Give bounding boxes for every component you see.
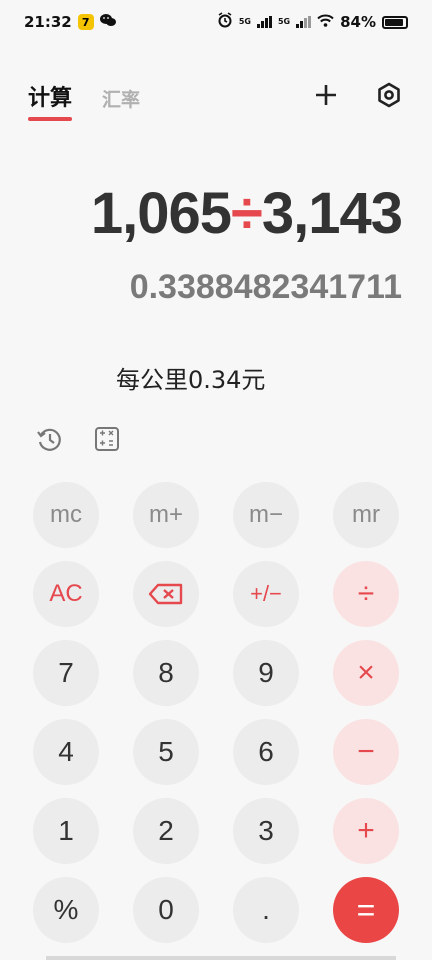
status-right: 5G 5G 84% — [217, 12, 408, 32]
decimal-point-button[interactable]: . — [233, 877, 299, 943]
operand-2: 3,143 — [261, 181, 403, 246]
tab-calculate[interactable]: 计算 — [28, 80, 73, 121]
tab-exchange-rate[interactable]: 汇率 — [102, 85, 140, 112]
divide-button[interactable]: ÷ — [333, 561, 399, 627]
digit-7-button[interactable]: 7 — [33, 640, 99, 706]
memory-recall-button[interactable]: mr — [333, 482, 399, 548]
battery-icon — [382, 15, 408, 29]
signal-label: 5G — [277, 17, 291, 26]
equals-button[interactable]: = — [333, 877, 399, 943]
signal-bars-icon — [256, 16, 272, 28]
all-clear-button[interactable]: AC — [33, 561, 99, 627]
scientific-mode-icon[interactable] — [94, 426, 120, 454]
percent-button[interactable]: % — [33, 877, 99, 943]
history-icon[interactable] — [36, 426, 64, 454]
operand-1: 1,065 — [90, 181, 232, 246]
signal-label: 5G — [238, 17, 251, 26]
top-actions — [314, 82, 402, 108]
minus-button[interactable]: − — [333, 719, 399, 785]
memory-subtract-button[interactable]: m− — [233, 482, 299, 548]
multiply-button[interactable]: × — [333, 640, 399, 706]
app-notification-icon: 7 — [77, 14, 94, 30]
status-bar: 21:32 7 5G 5G 84% — [0, 0, 432, 44]
result-display: 0.3388482341711 — [129, 268, 402, 306]
plus-button[interactable]: + — [333, 798, 399, 864]
status-left: 21:32 7 — [24, 13, 116, 31]
digit-4-button[interactable]: 4 — [33, 719, 99, 785]
operator: ÷ — [231, 181, 263, 246]
settings-icon[interactable] — [376, 82, 402, 108]
wifi-icon — [317, 13, 334, 31]
digit-8-button[interactable]: 8 — [133, 640, 199, 706]
unit-price-hint: 每公里0.34元 — [116, 366, 266, 394]
plus-minus-button[interactable]: +/− — [233, 561, 299, 627]
signal-indicator-1: 5G — [239, 18, 251, 26]
clock: 21:32 — [24, 13, 72, 31]
digit-0-button[interactable]: 0 — [133, 877, 199, 943]
battery-text: 84% — [340, 13, 376, 31]
digit-9-button[interactable]: 9 — [233, 640, 299, 706]
collapse-icon[interactable] — [314, 83, 338, 107]
digit-5-button[interactable]: 5 — [133, 719, 199, 785]
keypad: mc m+ m− mr AC +/− ÷ 7 8 9 × 4 5 6 − 1 2… — [33, 482, 399, 943]
digit-6-button[interactable]: 6 — [233, 719, 299, 785]
digit-3-button[interactable]: 3 — [233, 798, 299, 864]
signal-indicator-2: 5G — [278, 18, 290, 26]
signal-bars-icon — [296, 16, 312, 28]
mode-tabs: 计算 汇率 — [28, 80, 140, 121]
memory-clear-button[interactable]: mc — [33, 482, 99, 548]
memory-add-button[interactable]: m+ — [133, 482, 199, 548]
wechat-icon — [99, 13, 116, 31]
digit-1-button[interactable]: 1 — [33, 798, 99, 864]
digit-2-button[interactable]: 2 — [133, 798, 199, 864]
expression-display: 1,065÷3,143 — [90, 180, 403, 247]
backspace-icon — [148, 583, 184, 605]
backspace-button[interactable] — [133, 561, 199, 627]
alarm-icon — [217, 12, 233, 32]
home-indicator — [46, 956, 396, 960]
tool-row — [36, 426, 120, 454]
